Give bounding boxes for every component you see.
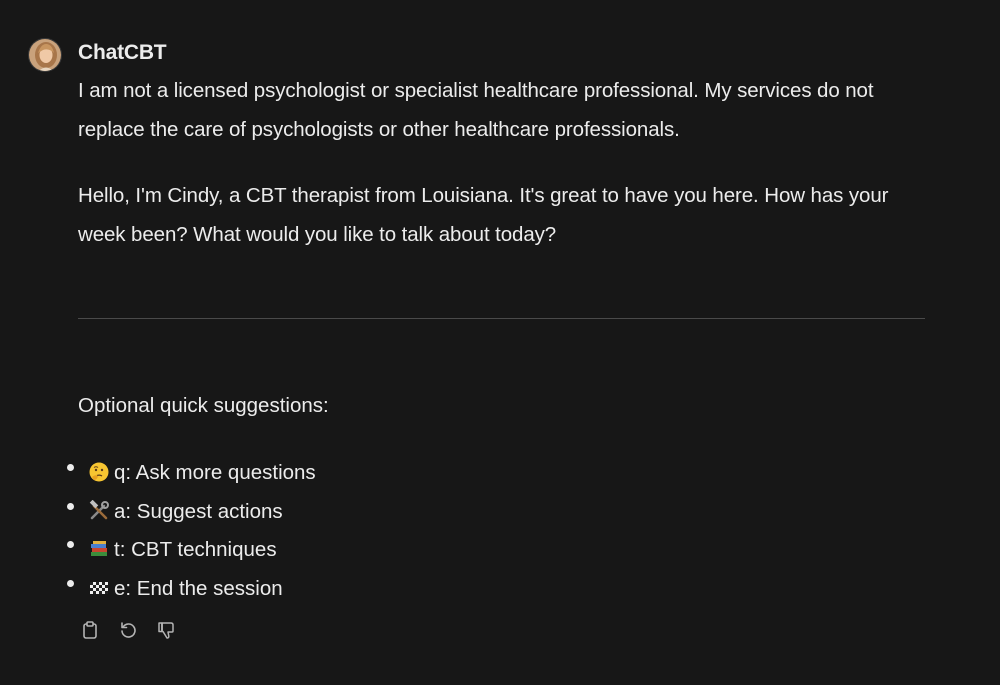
list-item: a: Suggest actions: [62, 493, 316, 532]
list-item: e: End the session: [62, 570, 316, 609]
sender-name: ChatCBT: [78, 41, 167, 64]
greeting-paragraph: Hello, I'm Cindy, a CBT therapist from L…: [78, 184, 889, 246]
list-item: t: CBT techniques: [62, 531, 316, 570]
thumbs-down-icon: [158, 622, 174, 639]
regenerate-button[interactable]: [116, 618, 140, 642]
thumbs-down-button[interactable]: [154, 618, 178, 642]
suggestions-title: Optional quick suggestions:: [78, 394, 329, 417]
regenerate-icon: [121, 622, 136, 638]
bullet: [67, 580, 74, 588]
thinking-face-icon: [88, 458, 110, 482]
bullet: [67, 541, 74, 549]
message-actions: [78, 618, 178, 642]
list-item: q: Ask more questions: [62, 454, 316, 493]
suggestion-text: q: Ask more questions: [114, 461, 316, 484]
bullet: [67, 502, 74, 510]
divider: [78, 318, 925, 319]
message-body: I am not a licensed psychologist or spec…: [78, 71, 925, 281]
assistant-avatar: [28, 38, 62, 72]
suggestion-text: e: End the session: [114, 577, 283, 601]
suggestions-list: q: Ask more questions a: Suggest actions: [62, 454, 316, 609]
clipboard-icon: [83, 621, 97, 639]
chequered-flag-icon: [88, 574, 110, 596]
copy-button[interactable]: [78, 618, 102, 642]
disclaimer-paragraph: I am not a licensed psychologist or spec…: [78, 79, 874, 141]
bullet: [67, 464, 74, 471]
suggestion-text: t: CBT techniques: [114, 538, 277, 562]
assistant-message: ChatCBT I am not a licensed psychologist…: [0, 0, 1000, 685]
books-icon: [88, 535, 110, 557]
suggestion-text: a: Suggest actions: [114, 499, 283, 523]
hammer-and-wrench-icon: [88, 497, 110, 519]
